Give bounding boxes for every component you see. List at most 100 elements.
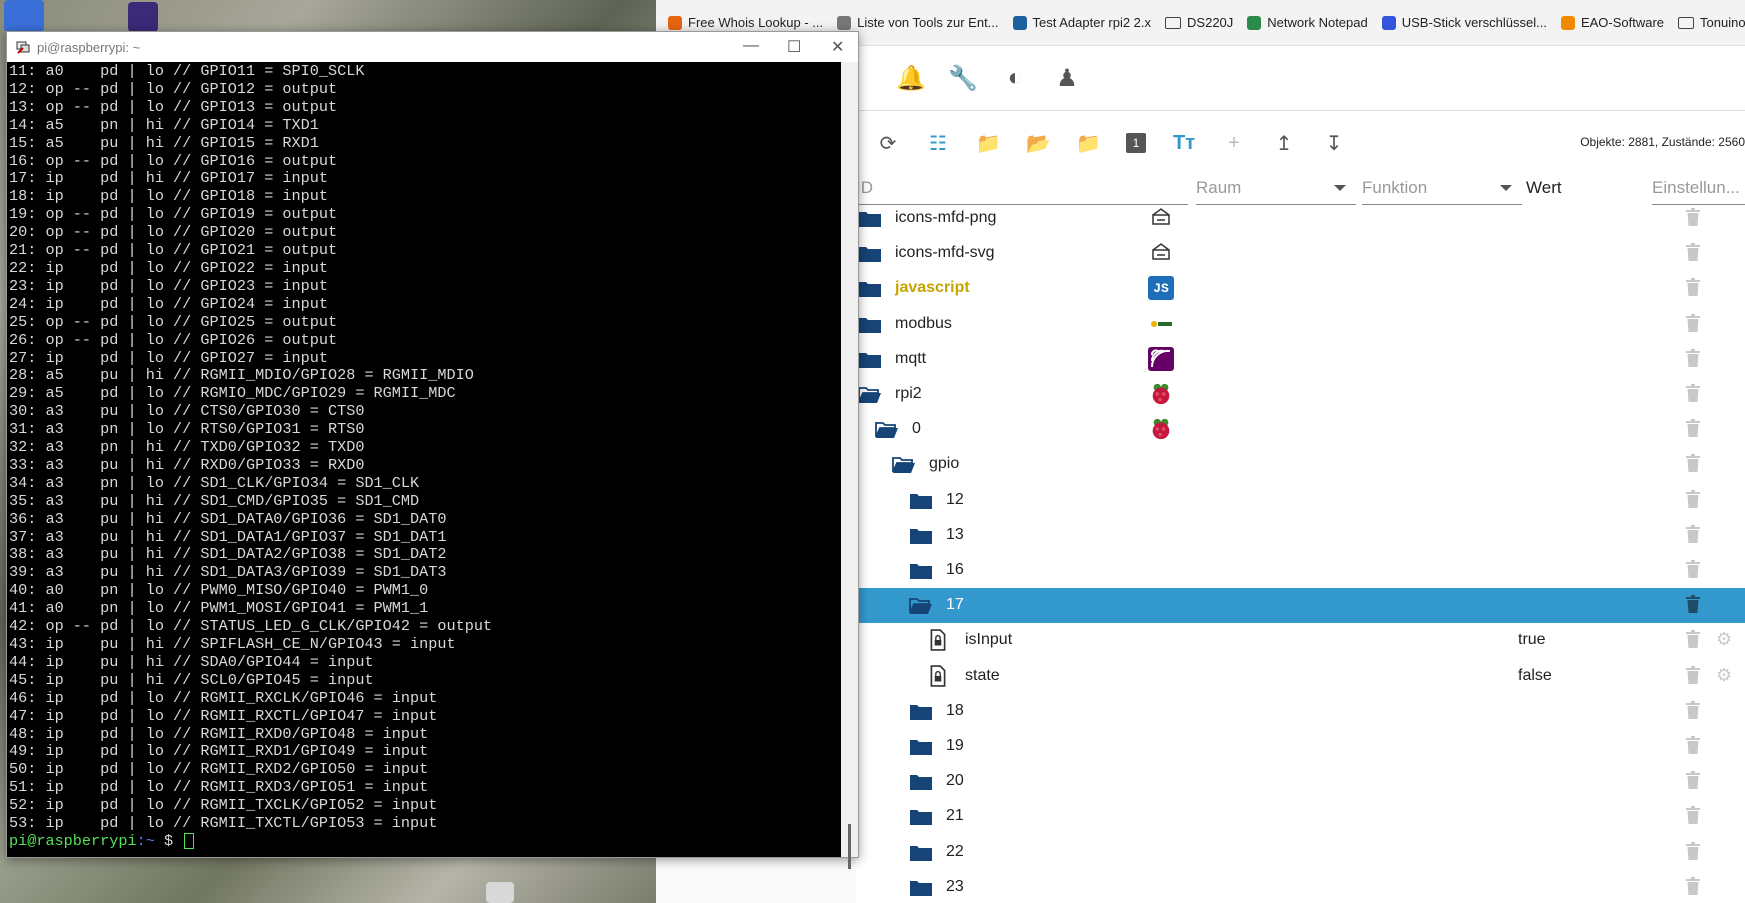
folder-row[interactable]: rpi2 [848, 377, 1745, 412]
gear-icon[interactable]: ⚙ [1716, 630, 1734, 648]
folder-icon[interactable] [858, 351, 882, 369]
folder-row[interactable]: 19 [848, 729, 1745, 764]
folder-open-icon[interactable]: 📂 [1026, 131, 1051, 156]
folder-open-icon[interactable] [858, 386, 882, 404]
folder-icon[interactable] [909, 738, 933, 756]
row-value[interactable]: true [1518, 631, 1546, 649]
folder-icon[interactable] [858, 316, 882, 334]
minimize-button[interactable]: — [743, 37, 759, 55]
folder-row[interactable]: mqtt [848, 342, 1745, 377]
folder-row[interactable]: icons-mfd-png [848, 207, 1745, 236]
folder-row[interactable]: 21 [848, 799, 1745, 834]
desktop-shortcut-icon[interactable] [486, 882, 514, 903]
upload-icon[interactable]: ↥ [1272, 131, 1296, 156]
add-icon[interactable]: + [1222, 132, 1246, 155]
state-row[interactable]: isInput true ⚙ [848, 623, 1745, 658]
expert-mode-icon[interactable]: ♟ [1052, 64, 1082, 93]
folder-row[interactable]: javascript JS [848, 271, 1745, 306]
trash-icon[interactable] [1686, 876, 1700, 895]
bookmark-item[interactable]: DS220J [1165, 15, 1233, 30]
folder-row[interactable]: 22 [848, 835, 1745, 870]
folder-open-icon[interactable] [875, 421, 899, 439]
folder-icon[interactable] [909, 492, 933, 510]
folder-open-icon[interactable] [892, 456, 916, 474]
raum-filter-select[interactable]: Raum [1196, 171, 1356, 205]
bell-icon[interactable]: 🔔 [896, 64, 926, 93]
theme-icon[interactable]: ◐ [1000, 64, 1030, 92]
folder-row[interactable]: icons-mfd-svg [848, 236, 1745, 271]
folder-icon[interactable] [858, 245, 882, 263]
trash-icon[interactable] [1686, 630, 1700, 649]
column-headers: ID Raum Funktion Wert Einstellun... [856, 171, 1745, 207]
folder-icon[interactable] [858, 210, 882, 228]
folder-icon[interactable] [909, 879, 933, 897]
trash-icon[interactable] [1686, 489, 1700, 508]
terminal-prompt[interactable]: pi@raspberrypi:~ $ [9, 832, 492, 851]
trash-icon[interactable] [1686, 665, 1700, 684]
bookmark-item[interactable]: USB-Stick verschlüssel... [1381, 15, 1547, 30]
trash-icon[interactable] [1686, 208, 1700, 226]
bookmark-item[interactable]: Liste von Tools zur Ent... [837, 15, 999, 30]
folder-row[interactable]: gpio [848, 447, 1745, 482]
trash-icon[interactable] [1686, 313, 1700, 332]
funktion-filter-select[interactable]: Funktion [1362, 171, 1522, 205]
scrollbar-thumb[interactable] [848, 824, 851, 869]
terminal-titlebar[interactable]: pi@raspberrypi: ~ — ☐ ✕ [7, 32, 858, 62]
folder-closed-icon[interactable]: 📁 [976, 131, 1001, 156]
trash-icon[interactable] [1686, 348, 1700, 367]
trash-icon[interactable] [1686, 806, 1700, 825]
state-row[interactable]: state false ⚙ [848, 659, 1745, 694]
folder-row[interactable]: 13 [848, 518, 1745, 553]
folder-row[interactable]: 16 [848, 553, 1745, 588]
bookmark-item[interactable]: Test Adapter rpi2 2.x [1012, 15, 1151, 30]
folder-row[interactable]: 17 [848, 588, 1745, 624]
terminal-scrollbar[interactable] [841, 62, 858, 869]
folder-icon[interactable] [909, 527, 933, 545]
trash-icon[interactable] [1686, 841, 1700, 860]
expand-level-icon[interactable]: 1 [1126, 133, 1146, 153]
folder-expand-icon[interactable]: 📁 [1076, 131, 1101, 156]
maximize-button[interactable]: ☐ [787, 37, 801, 57]
download-icon[interactable]: ↧ [1322, 131, 1346, 156]
orange-logo-icon [668, 15, 682, 30]
folder-icon[interactable] [858, 280, 882, 298]
trash-icon[interactable] [1686, 736, 1700, 754]
trash-icon[interactable] [1686, 243, 1700, 262]
bookmark-item[interactable]: Network Notepad [1247, 15, 1368, 30]
bookmark-item[interactable]: EAO-Software [1560, 15, 1664, 30]
terminal-output[interactable]: 11: a0 pd | lo // GPIO11 = SPI0_SCLK 12: … [7, 62, 841, 857]
trash-icon[interactable] [1686, 524, 1700, 543]
gear-icon[interactable]: ⚙ [1716, 666, 1734, 684]
desktop-firefox-icon[interactable] [128, 2, 158, 32]
text-size-icon[interactable]: Tт [1172, 132, 1196, 155]
trash-icon[interactable] [1686, 595, 1700, 614]
trash-icon[interactable] [1686, 384, 1700, 402]
bookmark-item[interactable]: Free Whois Lookup - ... [668, 15, 823, 30]
folder-row[interactable]: 20 [848, 764, 1745, 799]
folder-row[interactable]: 23 [848, 870, 1745, 903]
folder-open-icon[interactable] [909, 597, 933, 615]
wrench-icon[interactable]: 🔧 [948, 64, 978, 93]
folder-icon[interactable] [909, 844, 933, 862]
bookmark-item[interactable]: Tonuino [1678, 15, 1745, 30]
trash-icon[interactable] [1686, 560, 1700, 578]
trash-icon[interactable] [1686, 419, 1700, 438]
refresh-icon[interactable]: ⟳ [876, 131, 900, 156]
trash-icon[interactable] [1686, 454, 1700, 473]
close-button[interactable]: ✕ [831, 37, 844, 57]
folder-icon[interactable] [909, 562, 933, 580]
desktop-computer-icon[interactable] [4, 0, 44, 32]
trash-icon[interactable] [1686, 700, 1700, 719]
folder-row[interactable]: modbus [848, 307, 1745, 342]
folder-row[interactable]: 0 [848, 412, 1745, 447]
columns-icon[interactable]: ☷ [926, 131, 950, 156]
row-value[interactable]: false [1518, 667, 1552, 685]
folder-row[interactable]: 12 [848, 483, 1745, 518]
folder-row[interactable]: 18 [848, 694, 1745, 729]
trash-icon[interactable] [1686, 771, 1700, 790]
folder-icon[interactable] [909, 703, 933, 721]
folder-icon[interactable] [909, 773, 933, 791]
id-filter-input[interactable]: ID [856, 171, 1188, 205]
folder-icon[interactable] [909, 808, 933, 826]
trash-icon[interactable] [1686, 278, 1700, 297]
